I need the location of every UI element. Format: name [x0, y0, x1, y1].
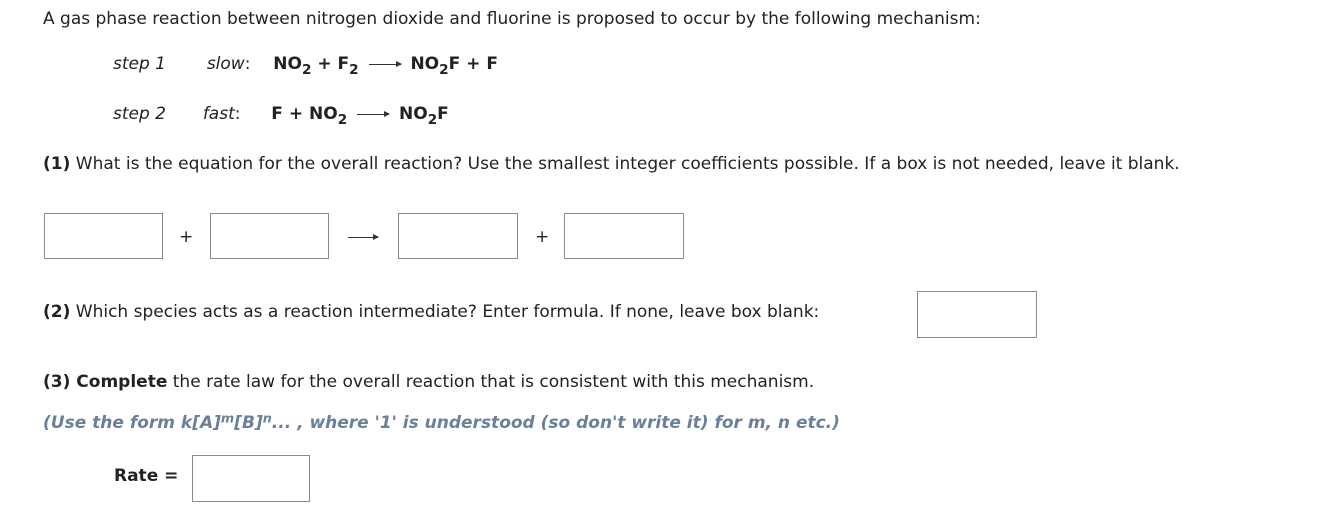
plus-sign: + [179, 227, 194, 247]
intermediate-input[interactable] [917, 291, 1037, 338]
question-1: (1) What is the equation for the overall… [43, 154, 1180, 174]
reactant-2-input[interactable] [210, 213, 329, 259]
step-label: step 1 [113, 54, 166, 74]
reaction-arrow-icon [368, 60, 402, 67]
step-speed: slow [206, 54, 245, 74]
product-2-input[interactable] [564, 213, 684, 259]
mechanism-step-1: step 1 slow: NO2 + F2 NO2F + F [113, 54, 498, 78]
step-label: step 2 [113, 104, 166, 124]
rate-label: Rate = [114, 466, 179, 486]
rate-law-hint: (Use the form k[A]m[B]n... , where '1' i… [43, 411, 840, 433]
rate-law-input[interactable] [192, 455, 310, 502]
question-3: (3) Complete the rate law for the overal… [43, 372, 815, 392]
plus-sign: + [535, 227, 550, 247]
product-1-input[interactable] [398, 213, 518, 259]
step-speed: fast [202, 104, 235, 124]
reactant-1-input[interactable] [44, 213, 163, 259]
intro-text: A gas phase reaction between nitrogen di… [43, 9, 981, 29]
step-1-equation: NO2 + F2 NO2F + F [273, 54, 498, 78]
reaction-arrow-icon [357, 110, 391, 117]
reaction-arrow-icon [348, 233, 379, 240]
question-2: (2) Which species acts as a reaction int… [43, 302, 820, 322]
step-2-equation: F + NO2 NO2F [271, 104, 449, 128]
mechanism-step-2: step 2 fast: F + NO2 NO2F [113, 104, 449, 128]
